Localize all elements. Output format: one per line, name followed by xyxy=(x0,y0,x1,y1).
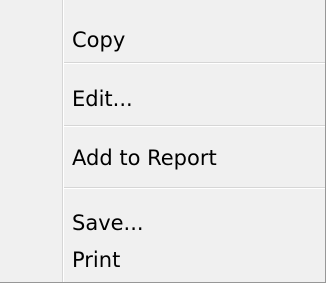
menu-item-save-label: Save... xyxy=(72,211,144,235)
menu-item-add-to-report-label: Add to Report xyxy=(72,146,217,170)
menu-item-save[interactable]: Save... xyxy=(64,203,325,243)
menu-item-copy[interactable]: Copy xyxy=(64,20,325,60)
context-menu: Copy Edit... Add to Report Save... Print xyxy=(0,0,326,283)
menu-item-print-label: Print xyxy=(72,248,121,272)
menu-item-edit[interactable]: Edit... xyxy=(64,79,325,119)
menu-separator-highlight xyxy=(64,188,325,189)
menu-separator-highlight xyxy=(64,126,325,127)
menu-item-edit-label: Edit... xyxy=(72,87,133,111)
menu-item-print[interactable]: Print xyxy=(64,240,325,280)
menu-separator-highlight xyxy=(64,63,325,64)
menu-item-copy-label: Copy xyxy=(72,28,126,52)
menu-item-add-to-report[interactable]: Add to Report xyxy=(64,138,325,178)
